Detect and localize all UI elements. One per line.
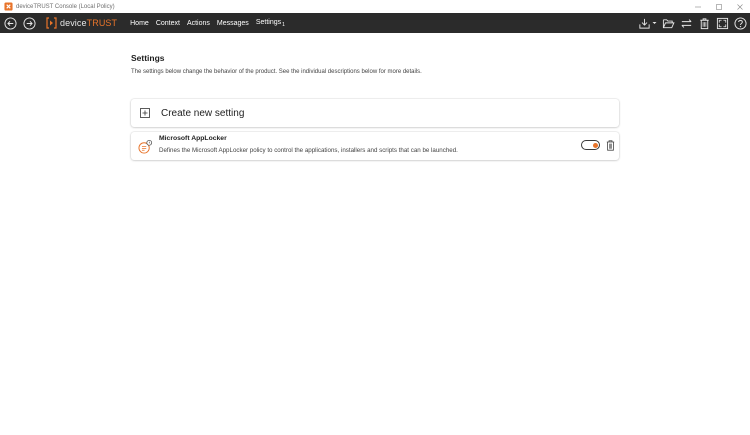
page-title: Settings xyxy=(131,53,165,63)
back-button[interactable] xyxy=(3,16,17,30)
fullscreen-icon xyxy=(716,17,729,29)
main-menu: Home Context Actions Messages Settings1 xyxy=(130,13,292,33)
minimize-icon xyxy=(694,6,701,7)
applocker-icon xyxy=(138,139,153,154)
window-title: deviceTRUST Console (Local Policy) xyxy=(16,3,115,10)
compare-button[interactable] xyxy=(679,16,694,31)
menu-messages[interactable]: Messages xyxy=(217,20,249,27)
close-icon xyxy=(736,3,743,10)
arrow-right-icon xyxy=(22,16,36,30)
settings-count-badge: 1 xyxy=(282,21,285,28)
toolbar-actions xyxy=(634,13,748,33)
help-button[interactable] xyxy=(733,16,748,31)
plus-square-icon xyxy=(140,108,150,118)
settings-page: Settings The settings below change the b… xyxy=(131,53,619,160)
brand-name-accent: TRUST xyxy=(86,18,118,28)
arrow-left-icon xyxy=(3,16,17,30)
setting-title: Microsoft AppLocker xyxy=(159,135,227,142)
menu-actions[interactable]: Actions xyxy=(187,20,210,27)
brand-logo: deviceTRUST xyxy=(46,13,117,33)
menu-settings-label: Settings xyxy=(255,18,282,26)
menu-home[interactable]: Home xyxy=(130,20,149,27)
download-button[interactable] xyxy=(637,16,652,31)
page-description: The settings below change the behavior o… xyxy=(131,69,422,75)
trash-icon[interactable] xyxy=(606,140,615,151)
setting-enabled-toggle[interactable] xyxy=(581,140,600,150)
download-icon xyxy=(639,18,650,29)
setting-description: Defines the Microsoft AppLocker policy t… xyxy=(159,147,458,154)
compare-icon xyxy=(681,18,692,28)
create-setting-label: Create new setting xyxy=(161,107,245,119)
setting-item-applocker[interactable]: Microsoft AppLocker Defines the Microsof… xyxy=(131,132,619,160)
delete-button[interactable] xyxy=(697,16,712,31)
delete-icon xyxy=(700,17,709,29)
help-icon xyxy=(734,16,747,30)
logo-mark-icon xyxy=(46,17,57,29)
maximize-icon xyxy=(715,3,722,10)
menu-settings[interactable]: Settings1 xyxy=(256,19,285,28)
brand-name-primary: device xyxy=(60,18,87,28)
maximize-button[interactable] xyxy=(708,0,729,13)
create-setting-button[interactable]: Create new setting xyxy=(131,99,619,127)
open-folder-icon xyxy=(662,18,675,28)
menu-context[interactable]: Context xyxy=(156,20,180,27)
window-titlebar: deviceTRUST Console (Local Policy) xyxy=(0,0,750,13)
app-toolbar: deviceTRUST Home Context Actions Message… xyxy=(0,13,750,33)
minimize-button[interactable] xyxy=(687,0,708,13)
app-icon xyxy=(4,2,13,11)
close-window-button[interactable] xyxy=(729,0,750,13)
fullscreen-button[interactable] xyxy=(715,16,730,31)
toggle-knob xyxy=(592,142,598,148)
open-button[interactable] xyxy=(661,16,676,31)
download-dropdown[interactable] xyxy=(652,16,658,31)
caret-down-icon xyxy=(652,22,657,24)
forward-button[interactable] xyxy=(22,16,36,30)
